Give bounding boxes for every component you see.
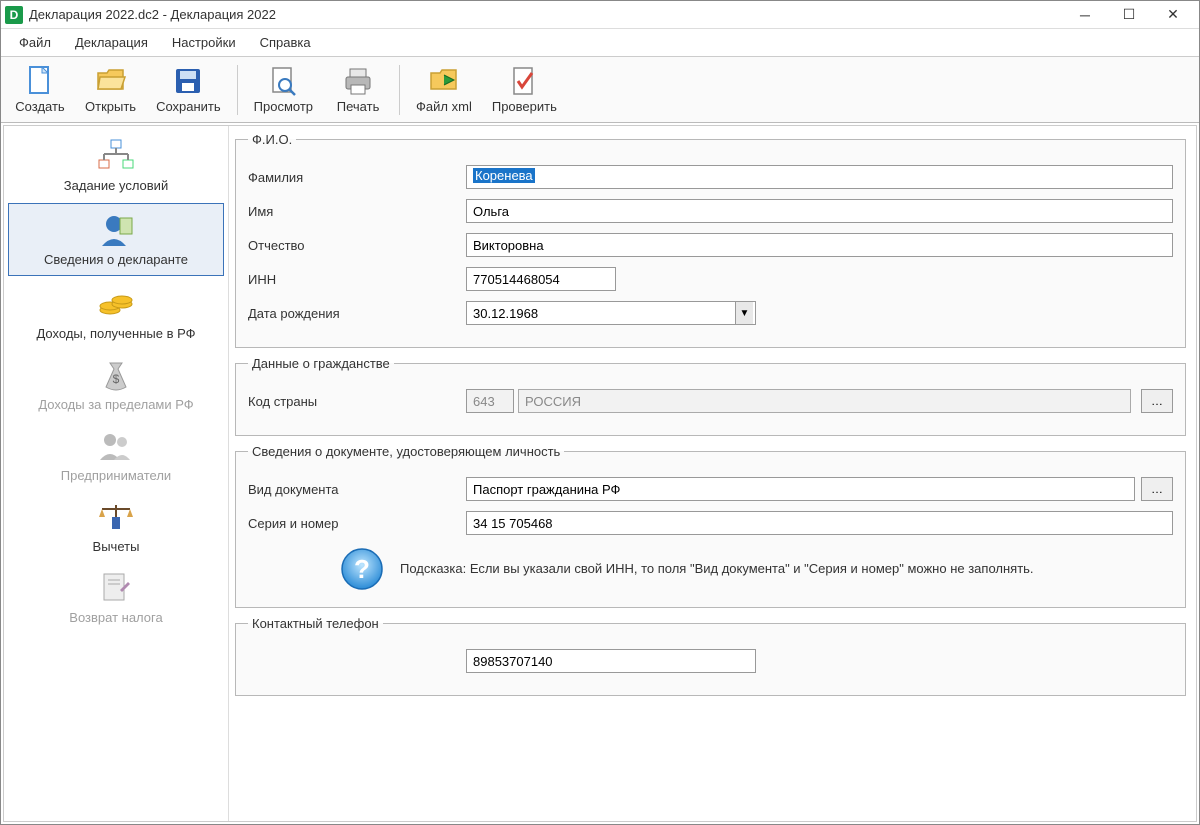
- tb-save-label: Сохранить: [156, 99, 221, 114]
- app-window: D Декларация 2022.dc2 - Декларация 2022 …: [0, 0, 1200, 825]
- surname-label: Фамилия: [248, 170, 466, 185]
- tb-separator: [399, 65, 400, 115]
- check-icon: [508, 65, 540, 97]
- country-name-input: [518, 389, 1131, 413]
- doc-series-label: Серия и номер: [248, 516, 466, 531]
- tb-create-button[interactable]: Создать: [5, 60, 75, 120]
- sidebar-item-label: Предприниматели: [61, 468, 171, 483]
- scales-icon: [96, 499, 136, 535]
- window-controls: ─ ☐ ✕: [1063, 2, 1195, 28]
- name-input[interactable]: [466, 199, 1173, 223]
- contact-fieldset: Контактный телефон: [235, 616, 1186, 696]
- svg-text:?: ?: [354, 554, 370, 584]
- sidebar-item-conditions[interactable]: Задание условий: [4, 130, 228, 201]
- doc-type-browse-button[interactable]: …: [1141, 477, 1173, 501]
- tb-print-button[interactable]: Печать: [323, 60, 393, 120]
- surname-input[interactable]: Коренева: [466, 165, 1173, 189]
- fio-fieldset: Ф.И.О. Фамилия Коренева Имя Отчество ИНН: [235, 132, 1186, 348]
- export-xml-icon: [428, 65, 460, 97]
- patronymic-input[interactable]: [466, 233, 1173, 257]
- menubar: Файл Декларация Настройки Справка: [1, 29, 1199, 57]
- doc-series-input[interactable]: [466, 511, 1173, 535]
- name-label: Имя: [248, 204, 466, 219]
- inn-label: ИНН: [248, 272, 466, 287]
- tb-preview-button[interactable]: Просмотр: [244, 60, 323, 120]
- menu-help[interactable]: Справка: [252, 33, 319, 52]
- sidebar: Задание условий Сведения о декларанте До…: [4, 126, 229, 821]
- country-code-input: [466, 389, 514, 413]
- citizenship-legend: Данные о гражданстве: [248, 356, 394, 371]
- app-icon: D: [5, 6, 23, 24]
- main-panel: Ф.И.О. Фамилия Коренева Имя Отчество ИНН: [229, 126, 1196, 821]
- phone-input[interactable]: [466, 649, 756, 673]
- menu-settings[interactable]: Настройки: [164, 33, 244, 52]
- tb-check-button[interactable]: Проверить: [482, 60, 567, 120]
- coins-icon: [96, 286, 136, 322]
- hint-text: Подсказка: Если вы указали свой ИНН, то …: [400, 561, 1034, 578]
- document-fieldset: Сведения о документе, удостоверяющем лич…: [235, 444, 1186, 608]
- sidebar-item-declarant[interactable]: Сведения о декларанте: [8, 203, 224, 276]
- maximize-button[interactable]: ☐: [1107, 2, 1151, 28]
- patronymic-label: Отчество: [248, 238, 466, 253]
- content-area: Задание условий Сведения о декларанте До…: [3, 125, 1197, 822]
- sidebar-item-income-rf[interactable]: Доходы, полученные в РФ: [4, 278, 228, 349]
- hint-row: ? Подсказка: Если вы указали свой ИНН, т…: [338, 545, 1173, 593]
- preview-icon: [267, 65, 299, 97]
- open-folder-icon: [95, 65, 127, 97]
- question-icon: ?: [338, 545, 386, 593]
- sidebar-item-label: Доходы за пределами РФ: [38, 397, 193, 412]
- tb-separator: [237, 65, 238, 115]
- contact-legend: Контактный телефон: [248, 616, 383, 631]
- conditions-icon: [96, 138, 136, 174]
- save-icon: [172, 65, 204, 97]
- tb-file-xml-button[interactable]: Файл xml: [406, 60, 482, 120]
- sidebar-item-label: Задание условий: [64, 178, 168, 193]
- close-button[interactable]: ✕: [1151, 2, 1195, 28]
- citizenship-fieldset: Данные о гражданстве Код страны …: [235, 356, 1186, 436]
- doc-type-label: Вид документа: [248, 482, 466, 497]
- sidebar-item-entrepreneurs: Предприниматели: [4, 420, 228, 491]
- tb-save-button[interactable]: Сохранить: [146, 60, 231, 120]
- sidebar-item-label: Вычеты: [93, 539, 140, 554]
- new-file-icon: [24, 65, 56, 97]
- person-icon: [96, 212, 136, 248]
- tb-open-button[interactable]: Открыть: [75, 60, 146, 120]
- tb-file-xml-label: Файл xml: [416, 99, 472, 114]
- menu-declaration[interactable]: Декларация: [67, 33, 156, 52]
- doc-type-input[interactable]: [466, 477, 1135, 501]
- window-title: Декларация 2022.dc2 - Декларация 2022: [29, 7, 1063, 22]
- sidebar-item-tax-return: Возврат налога: [4, 562, 228, 633]
- tb-check-label: Проверить: [492, 99, 557, 114]
- toolbar: Создать Открыть Сохранить Просмотр Печат…: [1, 57, 1199, 123]
- menu-file[interactable]: Файл: [11, 33, 59, 52]
- dob-input[interactable]: 30.12.1968 ▼: [466, 301, 756, 325]
- fio-legend: Ф.И.О.: [248, 132, 296, 147]
- country-browse-button[interactable]: …: [1141, 389, 1173, 413]
- svg-text:$: $: [113, 372, 120, 386]
- money-bag-icon: $: [96, 357, 136, 393]
- minimize-button[interactable]: ─: [1063, 2, 1107, 28]
- tb-create-label: Создать: [15, 99, 64, 114]
- print-icon: [342, 65, 374, 97]
- inn-input[interactable]: [466, 267, 616, 291]
- dob-label: Дата рождения: [248, 306, 466, 321]
- tb-preview-label: Просмотр: [254, 99, 313, 114]
- people-icon: [96, 428, 136, 464]
- tb-print-label: Печать: [337, 99, 380, 114]
- sidebar-item-label: Доходы, полученные в РФ: [36, 326, 195, 341]
- chevron-down-icon[interactable]: ▼: [735, 302, 753, 324]
- tb-open-label: Открыть: [85, 99, 136, 114]
- document-pencil-icon: [96, 570, 136, 606]
- document-legend: Сведения о документе, удостоверяющем лич…: [248, 444, 564, 459]
- sidebar-item-deductions[interactable]: Вычеты: [4, 491, 228, 562]
- sidebar-item-income-foreign: $ Доходы за пределами РФ: [4, 349, 228, 420]
- sidebar-item-label: Возврат налога: [69, 610, 162, 625]
- titlebar: D Декларация 2022.dc2 - Декларация 2022 …: [1, 1, 1199, 29]
- sidebar-item-label: Сведения о декларанте: [44, 252, 188, 267]
- country-code-label: Код страны: [248, 394, 466, 409]
